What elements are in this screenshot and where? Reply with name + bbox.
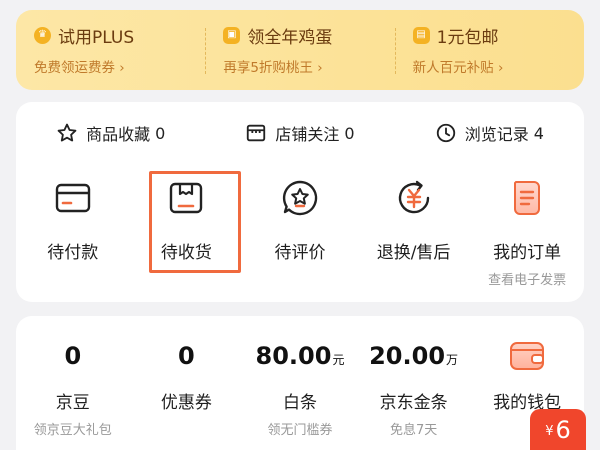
wallet-label: 京豆 bbox=[55, 393, 90, 413]
jintiao-item[interactable]: 20.00 万 京东金条 免息7天 bbox=[357, 336, 471, 438]
browse-history-stat[interactable]: 浏览记录 4 bbox=[395, 118, 584, 148]
stats-row: 商品收藏 0 店铺关注 0 浏览记录 4 bbox=[16, 118, 584, 148]
promo-title: 领全年鸡蛋 bbox=[247, 27, 333, 48]
wallet-label: 优惠券 bbox=[160, 393, 212, 413]
highlight-box bbox=[149, 171, 241, 273]
promo-banner: ♛ 试用PLUS 免费领运费券 › ▣ 领全年鸡蛋 再享5折购桃王 › ▤ 1元… bbox=[16, 10, 584, 90]
coupons-item[interactable]: 0 优惠券 bbox=[130, 336, 244, 438]
followed-stores-stat[interactable]: 店铺关注 0 bbox=[205, 118, 394, 148]
view-invoice-link[interactable]: 查看电子发票 bbox=[488, 269, 566, 288]
promo-subtitle: 新人百元补贴 › bbox=[412, 60, 504, 76]
store-icon bbox=[247, 124, 266, 142]
promo-title: 1元包邮 bbox=[436, 27, 499, 48]
order-label: 退换/售后 bbox=[376, 243, 451, 263]
orders-row: 待付款 待收货 待评价 退换/售后 我的订单 查看电子发票 bbox=[16, 172, 584, 292]
promo-plus-trial[interactable]: ♛ 试用PLUS 免费领运费券 › bbox=[16, 10, 205, 90]
review-icon bbox=[282, 180, 318, 216]
refund-aftersale-button[interactable]: 退换/售后 bbox=[357, 172, 471, 292]
wallet-sublabel: 免息7天 bbox=[389, 423, 438, 438]
pending-payment-button[interactable]: 待付款 bbox=[16, 172, 130, 292]
wallet-value: 20.00 bbox=[369, 342, 446, 370]
wallet-sublabel: 领京豆大礼包 bbox=[33, 423, 112, 438]
red-packet-badge[interactable]: ¥ 6 bbox=[530, 409, 586, 450]
baitiao-item[interactable]: 80.00 元 白条 领无门槛券 bbox=[243, 336, 357, 438]
red-packet-value: 6 bbox=[555, 415, 571, 444]
stat-count: 0 bbox=[344, 123, 355, 143]
clock-icon bbox=[436, 123, 455, 143]
promo-title: 试用PLUS bbox=[58, 27, 135, 48]
promo-free-shipping[interactable]: ▤ 1元包邮 新人百元补贴 › bbox=[394, 10, 584, 90]
wallet-value: 0 bbox=[178, 342, 195, 370]
my-orders-button[interactable]: 我的订单 查看电子发票 bbox=[470, 172, 584, 292]
order-label: 待付款 bbox=[47, 243, 99, 263]
orders-card: 商品收藏 0 店铺关注 0 浏览记录 4 待付款 待收货 待评价 退换/售后 我… bbox=[16, 102, 584, 302]
wallet-card: 0 京豆 领京豆大礼包 0 优惠券 80.00 元 白条 领无门槛券 20.00 万… bbox=[16, 316, 584, 450]
promo-eggs[interactable]: ▣ 领全年鸡蛋 再享5折购桃王 › bbox=[205, 10, 394, 90]
refund-icon bbox=[398, 180, 429, 214]
wallet-label: 京东金条 bbox=[379, 393, 448, 413]
gift-icon: ▣ bbox=[223, 26, 241, 44]
wallet-sublabel: 领无门槛券 bbox=[267, 423, 333, 438]
stat-label: 店铺关注 bbox=[275, 125, 340, 144]
star-icon bbox=[57, 123, 77, 142]
jd-beans-item[interactable]: 0 京豆 领京豆大礼包 bbox=[16, 336, 130, 438]
favorites-stat[interactable]: 商品收藏 0 bbox=[16, 118, 205, 148]
wallet-unit: 万 bbox=[446, 353, 459, 367]
order-label: 我的订单 bbox=[493, 243, 562, 263]
wallet-row: 0 京豆 领京豆大礼包 0 优惠券 80.00 元 白条 领无门槛券 20.00 万… bbox=[16, 336, 584, 438]
pending-review-button[interactable]: 待评价 bbox=[243, 172, 357, 292]
receipt-icon bbox=[514, 181, 541, 215]
yen-symbol: ¥ bbox=[545, 424, 554, 439]
stat-count: 0 bbox=[155, 123, 166, 143]
stat-label: 浏览记录 bbox=[464, 125, 529, 144]
card-icon bbox=[55, 183, 90, 213]
stat-count: 4 bbox=[533, 123, 544, 143]
promo-subtitle: 免费领运费券 › bbox=[34, 60, 125, 76]
promo-subtitle: 再享5折购桃王 › bbox=[223, 60, 323, 76]
wallet-value: 80.00 bbox=[255, 342, 332, 370]
wallet-unit: 元 bbox=[332, 353, 345, 367]
order-label: 待评价 bbox=[274, 243, 326, 263]
wallet-icon bbox=[510, 342, 545, 370]
crown-icon: ♛ bbox=[34, 26, 51, 44]
coupon-icon: ▤ bbox=[412, 26, 430, 44]
stat-label: 商品收藏 bbox=[86, 125, 151, 144]
wallet-value: 0 bbox=[64, 342, 82, 370]
wallet-label: 白条 bbox=[282, 393, 317, 413]
